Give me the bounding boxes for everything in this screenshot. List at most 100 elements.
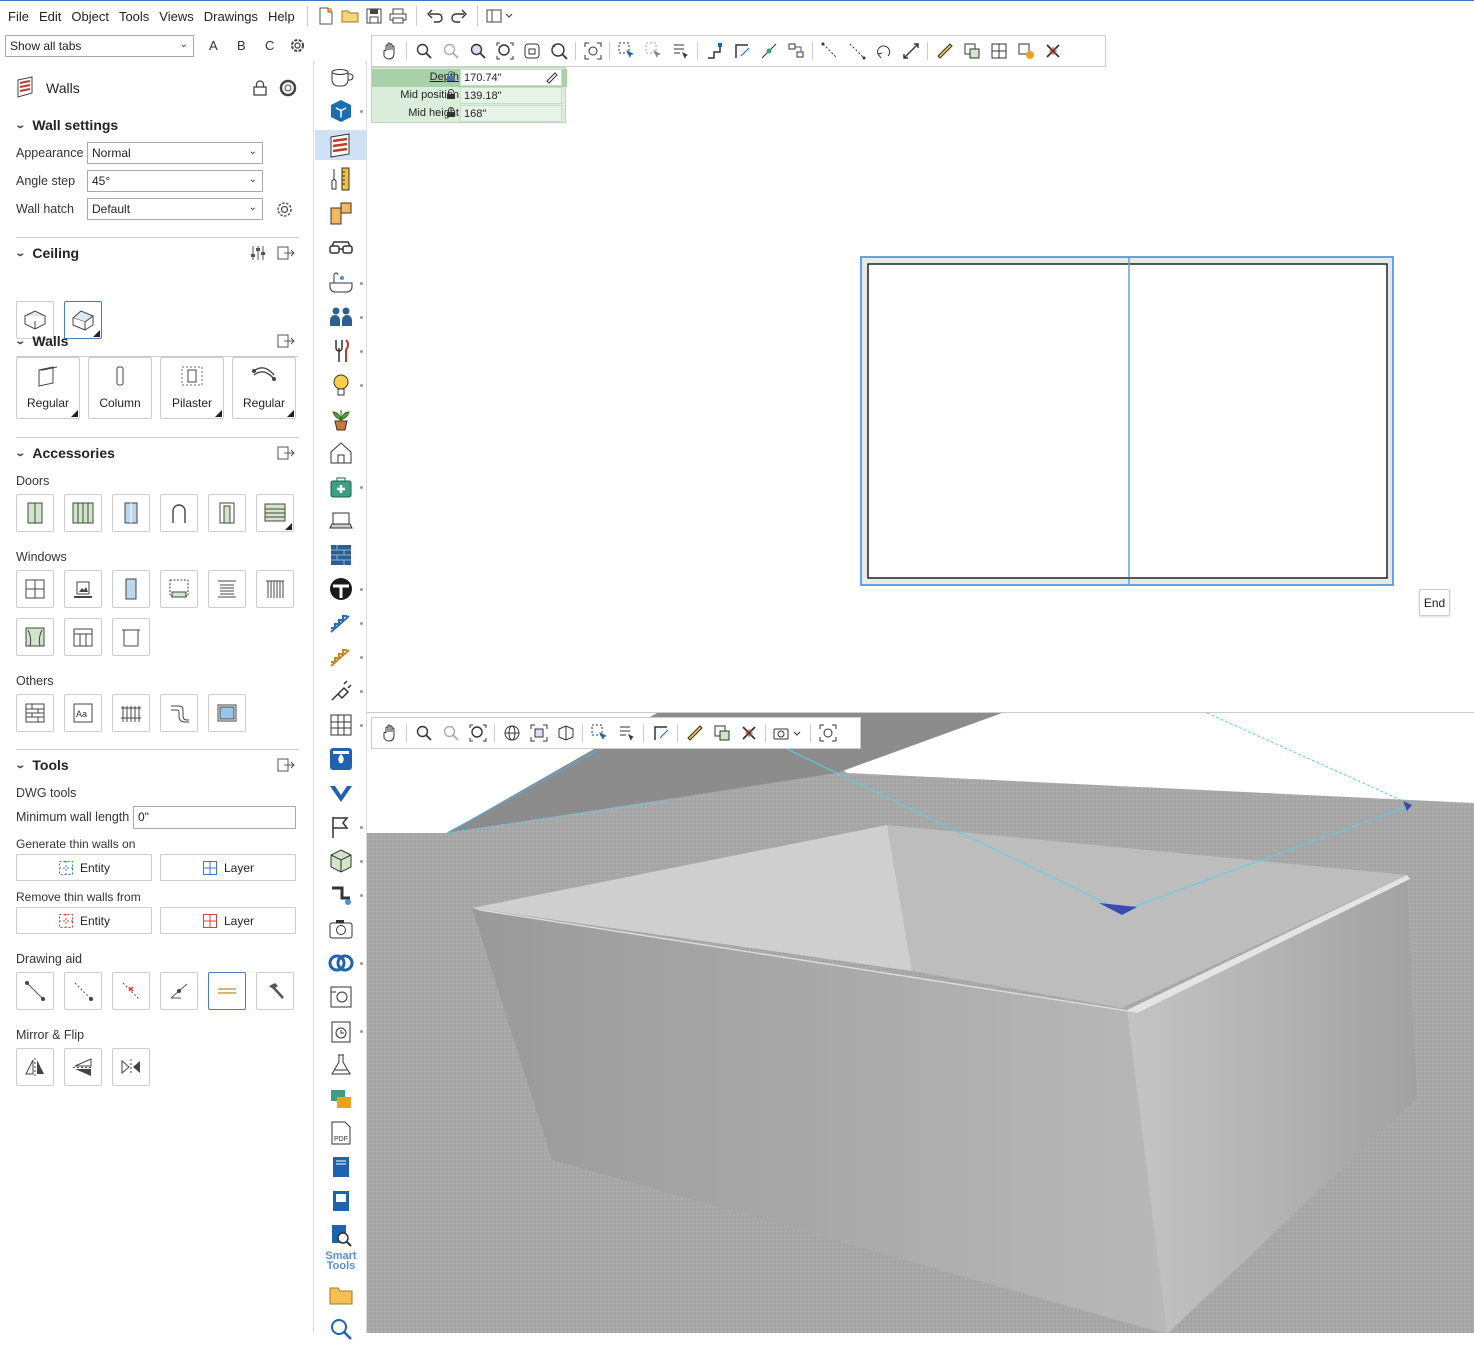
accessories-header[interactable]: ⌄ Accessories (14, 445, 115, 461)
remove-layer-button[interactable]: Layer (160, 907, 296, 934)
angle-step-select[interactable]: 45° ⌄ (87, 170, 263, 192)
redo-icon[interactable] (447, 4, 471, 28)
remove-entity-button[interactable]: Entity (16, 907, 152, 934)
export-icon[interactable] (277, 334, 295, 351)
kitchen-utensils-icon[interactable] (328, 338, 354, 364)
layer-grid-icon[interactable] (985, 38, 1012, 64)
mirror-button[interactable] (16, 1048, 54, 1086)
zoom-icon[interactable] (410, 720, 437, 746)
mid-height-lock-icon[interactable] (446, 107, 456, 121)
door-double-button[interactable] (64, 494, 102, 532)
timer-icon[interactable] (328, 1018, 354, 1044)
menu-file[interactable]: File (4, 9, 33, 24)
aid-line-button[interactable] (16, 972, 54, 1010)
extend-walls-icon[interactable] (728, 38, 755, 64)
3d-view[interactable] (367, 712, 1474, 1333)
zoom-previous-icon[interactable] (545, 38, 572, 64)
window-frame-button[interactable] (112, 618, 150, 656)
folder-icon[interactable] (328, 1282, 354, 1308)
connect-walls-icon[interactable] (701, 38, 728, 64)
min-wall-length-input[interactable]: 0" (133, 806, 296, 829)
snap-dashed-icon[interactable] (843, 38, 870, 64)
stretch-icon[interactable] (897, 38, 924, 64)
mid-position-field[interactable]: 139.18" (460, 87, 562, 104)
v-logo-icon[interactable] (328, 780, 354, 806)
zoom-fit-icon[interactable] (491, 38, 518, 64)
menu-tools[interactable]: Tools (115, 9, 153, 24)
wall-hatch-select[interactable]: Default ⌄ (87, 198, 263, 220)
people-icon[interactable] (328, 304, 354, 330)
cup-icon[interactable] (328, 64, 354, 90)
window-tall-button[interactable] (112, 570, 150, 608)
floorplan-icon[interactable] (328, 200, 354, 226)
tab-a[interactable]: A (209, 38, 218, 53)
cube-grid-icon[interactable] (328, 848, 354, 874)
bathtub-icon[interactable] (328, 270, 354, 296)
delete-icon[interactable] (735, 720, 762, 746)
lightbulb-icon[interactable] (328, 372, 354, 398)
menu-edit[interactable]: Edit (35, 9, 65, 24)
extend-walls-icon[interactable] (647, 720, 674, 746)
export-icon[interactable] (277, 446, 295, 463)
door-glass-button[interactable] (112, 494, 150, 532)
select-icon[interactable] (613, 38, 640, 64)
aid-parallel-button[interactable] (208, 972, 246, 1010)
select-list-icon[interactable] (667, 38, 694, 64)
export-icon[interactable] (277, 758, 295, 775)
hatch-settings-icon[interactable] (276, 201, 293, 221)
walls-header[interactable]: ⌄ Walls (14, 333, 68, 349)
window-grid-button[interactable] (16, 570, 54, 608)
flip-vertical-button[interactable] (64, 1048, 102, 1086)
zoom-out-icon[interactable] (437, 720, 464, 746)
gear-icon[interactable] (289, 37, 306, 57)
ceiling-sloped-button[interactable] (64, 301, 102, 339)
wall-regular-button[interactable]: Regular (16, 357, 80, 419)
other-text-button[interactable]: Aa (64, 694, 102, 732)
smart-tools-button[interactable]: Smart Tools (318, 1251, 364, 1272)
bathroom-fixture-icon[interactable] (328, 576, 354, 602)
medical-kit-icon[interactable] (328, 474, 354, 500)
zoom-extents-icon[interactable] (464, 38, 491, 64)
export-icon[interactable] (277, 246, 295, 263)
door-arch-button[interactable] (160, 494, 198, 532)
window-picture-button[interactable] (64, 570, 102, 608)
mid-height-field[interactable]: 168" (460, 105, 562, 122)
layout-menu-icon[interactable] (484, 4, 518, 28)
zoom-icon[interactable] (410, 38, 437, 64)
other-pipe-button[interactable] (160, 694, 198, 732)
layers-colors-icon[interactable] (328, 1086, 354, 1112)
wall-curved-button[interactable]: Regular (232, 357, 296, 419)
settings-object-icon[interactable] (1012, 38, 1039, 64)
glasses-icon[interactable] (328, 236, 354, 262)
focus-icon[interactable] (814, 720, 841, 746)
ceiling-header[interactable]: ⌄ Ceiling (14, 245, 79, 261)
open-folder-icon[interactable] (338, 4, 362, 28)
sliders-icon[interactable] (250, 245, 266, 264)
flag-icon[interactable] (328, 814, 354, 840)
sketchup-icon[interactable] (328, 98, 354, 124)
tools-ruler-icon[interactable] (328, 166, 354, 192)
catalog-icon[interactable] (328, 984, 354, 1010)
menu-object[interactable]: Object (67, 9, 113, 24)
laptop-icon[interactable] (328, 508, 354, 534)
aid-intersection-button[interactable] (112, 972, 150, 1010)
menu-drawings[interactable]: Drawings (200, 9, 262, 24)
shelving-icon[interactable] (328, 712, 354, 738)
fireplace-icon[interactable] (328, 746, 354, 772)
column-button[interactable]: Column (88, 357, 152, 419)
pilaster-button[interactable]: Pilaster (160, 357, 224, 419)
save-icon[interactable] (362, 4, 386, 28)
plan-view[interactable]: Depth 170.74" Mid position 139.18" Mid h… (367, 31, 1474, 712)
search-icon[interactable] (328, 1316, 354, 1342)
other-image-button[interactable] (208, 694, 246, 732)
lock-icon[interactable] (253, 80, 267, 99)
3d-scene[interactable] (367, 713, 1474, 1333)
aid-hammer-button[interactable] (256, 972, 294, 1010)
depth-lock-icon[interactable] (446, 71, 456, 85)
other-bricks-button[interactable] (16, 694, 54, 732)
stairs-icon[interactable] (328, 610, 354, 636)
window-shelf-button[interactable] (64, 618, 102, 656)
aid-angle-button[interactable] (160, 972, 198, 1010)
material-tiles-icon[interactable] (328, 542, 354, 568)
tabs-selector[interactable]: Show all tabs ⌄ (5, 35, 194, 57)
